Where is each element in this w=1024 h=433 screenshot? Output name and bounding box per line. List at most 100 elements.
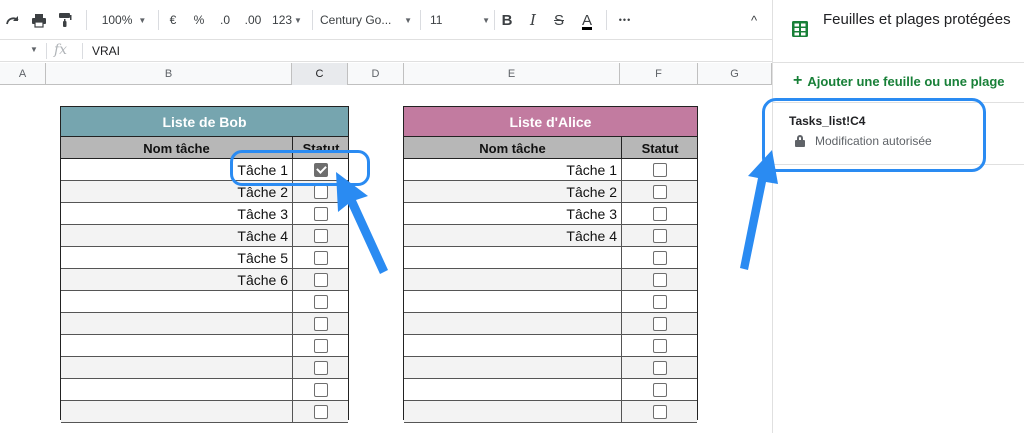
currency-button[interactable]: €	[164, 8, 182, 32]
status-checkbox[interactable]	[653, 382, 667, 397]
status-cell	[292, 401, 349, 422]
strikethrough-button[interactable]: S	[552, 8, 566, 32]
status-cell	[292, 335, 349, 356]
status-checkbox[interactable]	[314, 316, 328, 331]
chevron-down-icon[interactable]: ▼	[30, 45, 38, 54]
column-header-c[interactable]: C	[292, 63, 348, 85]
task-name-cell[interactable]	[61, 379, 290, 400]
task-name-cell[interactable]	[404, 291, 619, 312]
status-cell	[292, 379, 349, 400]
percent-button[interactable]: %	[190, 8, 208, 32]
column-header-e[interactable]: E	[404, 63, 620, 85]
bold-button[interactable]: B	[500, 8, 514, 32]
status-checkbox[interactable]	[653, 162, 667, 177]
text-color-button[interactable]: A	[578, 8, 596, 32]
font-size-select[interactable]: 11 ▼	[430, 8, 490, 32]
status-checkbox[interactable]	[653, 404, 667, 419]
column-header-b[interactable]: B	[46, 63, 292, 85]
task-name-cell[interactable]: Tâche 4	[404, 225, 619, 246]
task-name-cell[interactable]: Tâche 1	[404, 159, 619, 180]
status-checkbox[interactable]	[314, 382, 328, 397]
status-checkbox[interactable]	[314, 338, 328, 353]
status-checkbox[interactable]	[314, 184, 328, 199]
table-title: Liste d'Alice	[404, 107, 697, 137]
task-name-cell[interactable]	[404, 313, 619, 334]
paint-format-icon[interactable]	[54, 8, 76, 32]
task-name-cell[interactable]: Tâche 4	[61, 225, 290, 246]
italic-button[interactable]: I	[526, 8, 540, 32]
zoom-value: 100%	[101, 13, 133, 27]
collapse-toolbar-button[interactable]: ^	[744, 8, 764, 32]
column-header-a[interactable]: A	[0, 63, 46, 85]
print-icon[interactable]	[28, 8, 50, 32]
column-header-g[interactable]: G	[698, 63, 772, 85]
column-header-d[interactable]: D	[348, 63, 404, 85]
status-cell	[621, 335, 698, 356]
zoom-select[interactable]: 100% ▼	[96, 8, 152, 32]
task-name-cell[interactable]	[404, 335, 619, 356]
chevron-up-icon: ^	[750, 12, 758, 28]
status-checkbox[interactable]	[653, 360, 667, 375]
task-name-cell[interactable]	[404, 379, 619, 400]
decrease-decimals-button[interactable]: .0	[214, 8, 236, 32]
table-row	[61, 313, 348, 335]
toolbar-divider	[158, 10, 159, 30]
status-checkbox[interactable]	[314, 272, 328, 287]
add-range-label: Ajouter une feuille ou une plage	[807, 73, 1005, 89]
redo-icon[interactable]	[2, 8, 24, 32]
status-checkbox[interactable]	[653, 250, 667, 265]
status-checkbox[interactable]	[314, 228, 328, 243]
task-name-cell[interactable]: Tâche 3	[404, 203, 619, 224]
column-header-f[interactable]: F	[620, 63, 698, 85]
status-checkbox[interactable]	[653, 316, 667, 331]
task-name-cell[interactable]	[404, 401, 619, 422]
number-format-select[interactable]: 123 ▼	[270, 8, 304, 32]
task-name-cell[interactable]	[61, 401, 290, 422]
status-checkbox[interactable]	[653, 294, 667, 309]
increase-decimals-label: .00	[244, 13, 262, 27]
status-checkbox[interactable]	[314, 250, 328, 265]
task-name-cell[interactable]	[404, 357, 619, 378]
status-checkbox[interactable]	[314, 294, 328, 309]
status-checkbox[interactable]	[653, 206, 667, 221]
add-sheet-or-range-button[interactable]: + Ajouter une feuille ou une plage	[793, 72, 1005, 90]
status-checkbox[interactable]	[653, 338, 667, 353]
task-name-cell[interactable]	[61, 313, 290, 334]
status-checkbox[interactable]	[314, 404, 328, 419]
protected-ranges-panel: Feuilles et plages protégées + Ajouter u…	[772, 0, 1024, 433]
task-name-cell[interactable]	[404, 269, 619, 290]
more-icon: •••	[618, 15, 632, 25]
task-name-cell[interactable]: Tâche 6	[61, 269, 290, 290]
table-row	[404, 335, 697, 357]
status-checkbox[interactable]	[653, 228, 667, 243]
formula-input[interactable]: VRAI	[92, 44, 120, 58]
panel-title: Feuilles et plages protégées	[823, 11, 1011, 28]
task-name-cell[interactable]	[404, 247, 619, 268]
task-name-cell[interactable]: Tâche 3	[61, 203, 290, 224]
task-name-cell[interactable]	[61, 335, 290, 356]
status-checkbox[interactable]	[653, 184, 667, 199]
status-cell	[621, 379, 698, 400]
table-row	[404, 379, 697, 401]
table-row: Tâche 4	[61, 225, 348, 247]
increase-decimals-button[interactable]: .00	[240, 8, 266, 32]
task-name-cell[interactable]: Tâche 2	[404, 181, 619, 202]
name-box[interactable]	[0, 40, 46, 62]
table-title: Liste de Bob	[61, 107, 348, 137]
task-name-cell[interactable]: Tâche 5	[61, 247, 290, 268]
bold-label: B	[501, 11, 513, 29]
status-checkbox[interactable]	[653, 272, 667, 287]
font-family-select[interactable]: Century Go... ▼	[320, 8, 412, 32]
status-checkbox[interactable]	[314, 206, 328, 221]
task-name-cell[interactable]	[61, 291, 290, 312]
task-name-cell[interactable]	[61, 357, 290, 378]
status-cell	[292, 291, 349, 312]
status-checkbox[interactable]	[314, 360, 328, 375]
table-row	[404, 269, 697, 291]
more-options-button[interactable]: •••	[614, 8, 636, 32]
table-row: Tâche 1	[404, 159, 697, 181]
strike-label: S	[553, 11, 564, 29]
column-label-name: Nom tâche	[479, 140, 546, 156]
alice-task-table: Liste d'Alice Nom tâche Statut Tâche 1 Tâ…	[403, 106, 698, 423]
sheets-table-icon	[792, 21, 808, 37]
